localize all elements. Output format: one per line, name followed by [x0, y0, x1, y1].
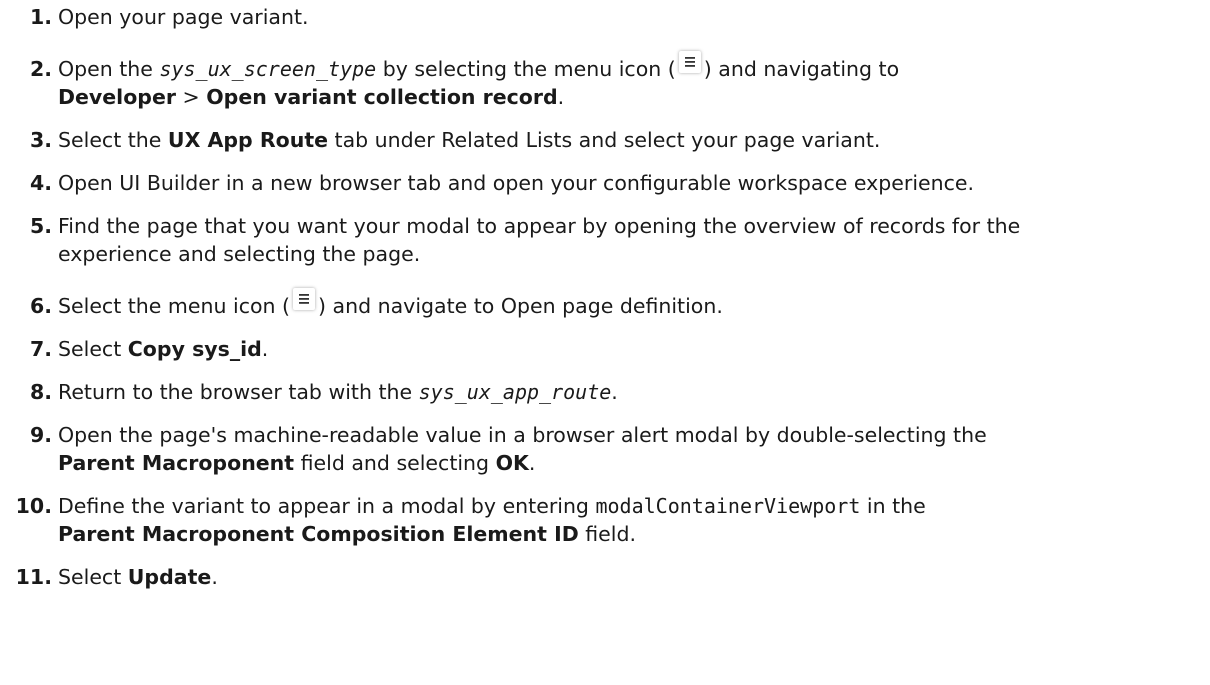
step-text: Select: [58, 337, 128, 361]
step-text: .: [611, 380, 618, 404]
ok-label: OK: [495, 451, 529, 475]
step-line: Define the variant to appear in a modal …: [58, 492, 1190, 520]
step-number: 9.: [29, 423, 52, 447]
step-text: by selecting the menu icon (: [376, 57, 676, 81]
step-number: 6.: [29, 294, 52, 318]
code-modal-container-viewport: modalContainerViewport: [595, 494, 861, 518]
step-11: 11. Select Update.: [0, 563, 1210, 591]
ux-app-route-tab-label: UX App Route: [167, 128, 329, 152]
step-2: 2. Open the sys_ux_screen_type by select…: [0, 51, 1210, 111]
step-text: Open UI Builder in a new browser tab and…: [58, 171, 975, 195]
step-number: 5.: [29, 214, 52, 238]
code-sys-ux-screen-type: sys_ux_screen_type: [159, 57, 377, 81]
step-text: field.: [578, 522, 636, 546]
step-text: .: [211, 565, 218, 589]
step-line: Parent Macroponent Composition Element I…: [58, 520, 1190, 548]
step-text: field and selecting: [294, 451, 496, 475]
update-label: Update: [127, 565, 212, 589]
step-text: Find the page that you want your modal t…: [58, 214, 1021, 238]
step-line: Parent Macroponent field and selecting O…: [58, 449, 1190, 477]
step-text: tab under Related Lists and select your …: [328, 128, 881, 152]
step-3: 3. Select the UX App Route tab under Rel…: [0, 126, 1210, 154]
composition-element-id-label: Parent Macroponent Composition Element I…: [58, 522, 579, 546]
step-7: 7. Select Copy sys_id.: [0, 335, 1210, 363]
step-text: Select the menu icon (: [58, 294, 291, 318]
parent-macroponent-label: Parent Macroponent: [58, 451, 295, 475]
step-9: 9. Open the page's machine-readable valu…: [0, 421, 1210, 477]
procedure-steps: 1. Open your page variant. 2. Open the s…: [0, 0, 1210, 591]
step-text: Open the: [58, 57, 160, 81]
menu-path-open-variant: Open variant collection record: [206, 85, 558, 109]
step-text: Select the: [58, 128, 168, 152]
hamburger-menu-icon: [293, 288, 316, 310]
step-number: 1.: [29, 5, 52, 29]
step-number: 4.: [29, 171, 52, 195]
step-line: Developer > Open variant collection reco…: [58, 83, 1190, 111]
step-line: Open the sys_ux_screen_type by selecting…: [58, 51, 1190, 83]
step-10: 10. Define the variant to appear in a mo…: [0, 492, 1210, 548]
code-sys-ux-app-route: sys_ux_app_route: [418, 380, 612, 404]
step-6: 6. Select the menu icon ( ) and navigate …: [0, 288, 1210, 320]
step-text: Select: [58, 565, 128, 589]
step-number: 2.: [29, 57, 52, 81]
step-text: in the: [860, 494, 926, 518]
step-text: Define the variant to appear in a modal …: [58, 494, 596, 518]
step-text: .: [557, 85, 565, 109]
step-5: 5. Find the page that you want your moda…: [0, 212, 1210, 268]
step-text: .: [261, 337, 269, 361]
step-text: experience and selecting the page.: [58, 242, 421, 266]
step-text: ) and navigate to Open page definition.: [318, 294, 723, 318]
step-number: 10.: [15, 494, 52, 518]
step-4: 4. Open UI Builder in a new browser tab …: [0, 169, 1210, 197]
step-1: 1. Open your page variant.: [0, 3, 1210, 31]
step-number: 11.: [15, 565, 52, 589]
step-number: 8.: [29, 380, 52, 404]
step-text: Open the page's machine-readable value i…: [58, 423, 987, 447]
step-text: Open your page variant.: [58, 5, 309, 29]
step-number: 3.: [29, 128, 52, 152]
step-text: .: [528, 451, 536, 475]
step-text: Return to the browser tab with the: [58, 380, 419, 404]
step-number: 7.: [29, 337, 52, 361]
path-separator: >: [176, 85, 207, 109]
step-8: 8. Return to the browser tab with the sy…: [0, 378, 1210, 406]
step-text: ) and navigating to: [703, 57, 900, 81]
menu-path-developer: Developer: [58, 85, 176, 109]
hamburger-menu-icon: [678, 51, 701, 73]
copy-sys-id-label: Copy sys_id: [127, 337, 262, 361]
